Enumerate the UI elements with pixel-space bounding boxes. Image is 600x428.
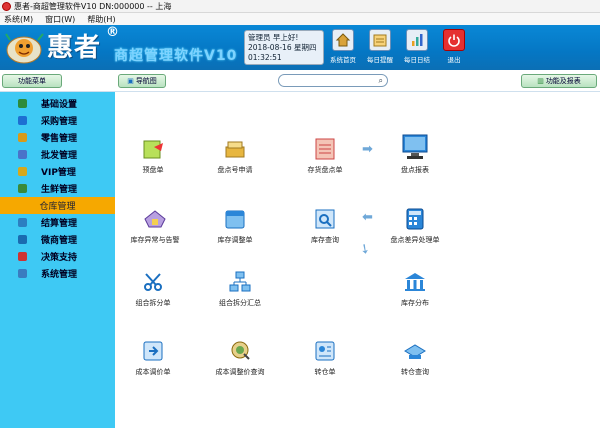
sidebar-item-fresh[interactable]: 生鲜管理: [0, 180, 115, 197]
stock-number-item[interactable]: 盘点号申请: [210, 136, 260, 175]
stock-alert-item[interactable]: 库存异常与告警: [125, 206, 185, 245]
sidebar-item-wechat-shop[interactable]: 微商管理: [0, 231, 115, 248]
user-info-panel: 管理员 早上好! 2018-08-16 星期四 01:32:51: [244, 30, 324, 65]
main-content: 预盘单 盘点号申请 存货盘点单 ➡ 盘点报表 库存异常与告警 库存调整单 库存查…: [115, 92, 600, 428]
home-icon: [332, 29, 354, 51]
menu-bar: 系统(M) 窗口(W) 帮助(H): [0, 13, 600, 25]
sidebar-item-basic-settings[interactable]: 基础设置: [0, 95, 115, 112]
brand-name: 惠者: [47, 33, 102, 63]
daily-close-icon: [406, 29, 428, 51]
brand-subtitle: 商超管理软件V10: [114, 48, 238, 64]
combo-summary-item[interactable]: 组合拆分汇总: [210, 269, 270, 308]
sidebar-item-warehouse[interactable]: 仓库管理: [0, 197, 115, 214]
title-bar: 惠者-商超管理软件V10 DN:000000 -- 上海: [0, 0, 600, 13]
combo-summary-icon: [227, 269, 253, 295]
transfer-query-item[interactable]: 转仓查询: [390, 338, 440, 377]
difference-icon: [402, 206, 428, 232]
home-button[interactable]: 系统首页: [327, 29, 359, 65]
transfer-icon: [312, 338, 338, 364]
sidebar-item-retail[interactable]: 零售管理: [0, 129, 115, 146]
header-banner: 惠者 ® 商超管理软件V10 管理员 早上好! 2018-08-16 星期四 0…: [0, 25, 600, 70]
transfer-query-icon: [402, 338, 428, 364]
sidebar: 基础设置 采购管理 零售管理 批发管理 VIP管理 生鲜管理 仓库管理 结算管理…: [0, 92, 115, 428]
pre-check-icon: [140, 136, 166, 162]
stock-distribution-icon: [402, 269, 428, 295]
stock-distribution-item[interactable]: 库存分布: [390, 269, 440, 308]
reports-button[interactable]: ▥ 功能及报表: [521, 74, 597, 88]
combo-split-item[interactable]: 组合拆分单: [128, 269, 178, 308]
cost-adjust-item[interactable]: 成本调价单: [128, 338, 178, 377]
flow-arrow-down-icon: ➘: [355, 240, 374, 259]
weekday-text: 星期四: [293, 43, 317, 52]
cost-query-icon: [227, 338, 253, 364]
sidebar-item-wholesale[interactable]: 批发管理: [0, 146, 115, 163]
search-input[interactable]: ⌕: [278, 74, 388, 87]
wholesale-icon: [18, 150, 27, 159]
sidebar-item-purchase[interactable]: 采购管理: [0, 112, 115, 129]
stock-query-icon: [312, 206, 338, 232]
sidebar-item-system[interactable]: 系统管理: [0, 265, 115, 282]
sidebar-item-settlement[interactable]: 结算管理: [0, 214, 115, 231]
search-icon: ⌕: [378, 76, 383, 85]
sidebar-item-vip[interactable]: VIP管理: [0, 163, 115, 180]
power-icon: [443, 29, 465, 51]
transfer-item[interactable]: 转仓单: [300, 338, 350, 377]
reminder-button[interactable]: 每日提醒: [364, 29, 396, 65]
cost-query-item[interactable]: 成本调整价查询: [207, 338, 273, 377]
settings-icon: [18, 99, 27, 108]
stock-number-icon: [222, 136, 248, 162]
pre-check-item[interactable]: 预盘单: [128, 136, 178, 175]
nav-map-button[interactable]: ▣ 导航图: [118, 74, 166, 88]
cost-adjust-icon: [140, 338, 166, 364]
purchase-icon: [18, 116, 27, 125]
secondary-toolbar: 功能菜单 ▣ 导航图 ⌕ ▥ 功能及报表: [0, 70, 600, 92]
mascot-logo-icon: [5, 33, 44, 64]
nav-map-icon: ▣: [127, 77, 134, 85]
date-text: 2018-08-16: [248, 43, 292, 52]
vip-icon: [18, 167, 27, 176]
difference-item[interactable]: 盘点差异处理单: [385, 206, 445, 245]
settlement-icon: [18, 218, 27, 227]
inventory-sheet-icon: [312, 136, 338, 162]
menu-help[interactable]: 帮助(H): [87, 14, 115, 25]
greeting-text: 管理员 早上好!: [248, 33, 299, 42]
decision-icon: [18, 252, 27, 261]
app-icon: [2, 1, 11, 11]
daily-close-button[interactable]: 每日日结: [401, 29, 433, 65]
combo-split-icon: [140, 269, 166, 295]
stocktake-report-icon: [400, 132, 430, 162]
stock-alert-icon: [142, 206, 168, 232]
menu-system[interactable]: 系统(M): [4, 14, 33, 25]
reminder-icon: [369, 29, 391, 51]
report-chart-icon: ▥: [537, 77, 544, 85]
system-icon: [18, 269, 27, 278]
menu-window[interactable]: 窗口(W): [45, 14, 75, 25]
time-text: 01:32:51: [248, 53, 282, 62]
function-menu-button[interactable]: 功能菜单: [2, 74, 62, 88]
wechat-shop-icon: [18, 235, 27, 244]
flow-arrow-left-icon: ⬅: [362, 210, 373, 225]
sidebar-item-decision[interactable]: 决策支持: [0, 248, 115, 265]
stock-adjust-item[interactable]: 库存调整单: [210, 206, 260, 245]
inventory-sheet-item[interactable]: 存货盘点单: [300, 136, 350, 175]
fresh-icon: [18, 184, 27, 193]
stock-adjust-icon: [222, 206, 248, 232]
window-title: 惠者-商超管理软件V10 DN:000000 -- 上海: [14, 1, 172, 11]
stock-query-item[interactable]: 库存查询: [300, 206, 350, 245]
flow-arrow-right-icon: ➡: [362, 142, 373, 157]
retail-icon: [18, 133, 27, 142]
exit-button[interactable]: 退出: [438, 29, 470, 65]
stocktake-report-item[interactable]: 盘点报表: [390, 132, 440, 175]
registered-mark: ®: [106, 25, 119, 40]
